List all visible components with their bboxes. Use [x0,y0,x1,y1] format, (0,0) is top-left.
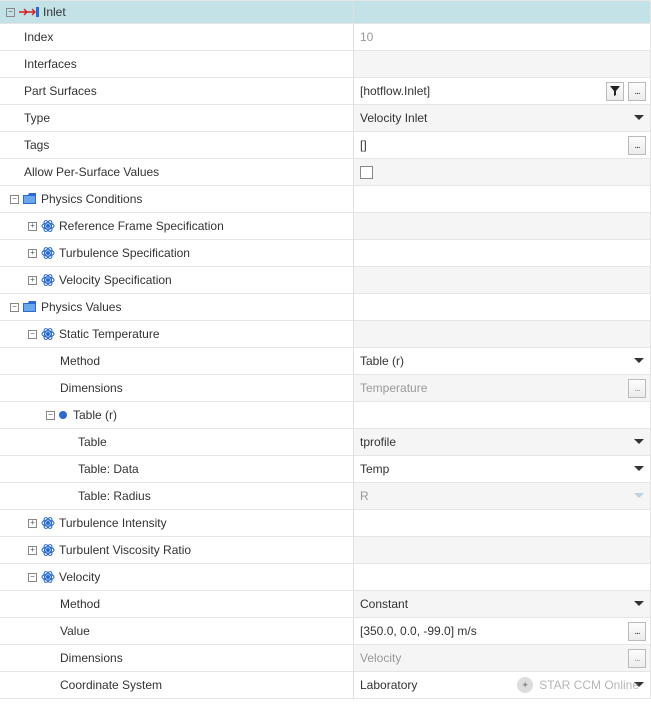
velocity-node[interactable]: − Velocity [0,564,354,591]
vel-spec-value [354,267,651,294]
vel-value-value-cell[interactable]: [350.0, 0.0, -99.0] m/s ... [354,618,651,645]
vel-method-value-cell[interactable]: Constant [354,591,651,618]
collapse-icon[interactable]: − [46,411,55,420]
turb-intensity-node[interactable]: + Turbulence Intensity [0,510,354,537]
dropdown-icon[interactable] [634,682,644,688]
header-title: Inlet [43,5,66,19]
vel-spec-node[interactable]: + Velocity Specification [0,267,354,294]
physics-icon [41,327,55,341]
physics-icon [41,570,55,584]
tr-data-value-cell[interactable]: Temp [354,456,651,483]
turb-spec-node[interactable]: + Turbulence Specification [0,240,354,267]
dropdown-icon [634,493,644,499]
interfaces-value-cell[interactable] [354,51,651,78]
interfaces-label: Interfaces [24,57,77,71]
turb-visc-ratio-value [354,537,651,564]
more-button[interactable]: ... [628,622,646,641]
header-value [354,0,651,24]
turb-spec-value [354,240,651,267]
collapse-icon[interactable]: − [10,303,19,312]
partsurfaces-value-cell[interactable]: [hotflow.Inlet] ... [354,78,651,105]
tr-table-value-cell[interactable]: tprofile [354,429,651,456]
table-r-node[interactable]: − Table (r) [0,402,354,429]
static-temp-node[interactable]: − Static Temperature [0,321,354,348]
index-label-cell: Index [0,24,354,51]
vel-coord-value-cell[interactable]: Laboratory [354,672,651,699]
allowps-label-cell: Allow Per-Surface Values [0,159,354,186]
vel-dim-label-cell: Dimensions [0,645,354,672]
tr-data-label-cell: Table: Data [0,456,354,483]
expand-icon[interactable]: + [28,519,37,528]
dropdown-icon[interactable] [634,439,644,445]
expand-icon[interactable]: + [28,546,37,555]
allowps-value-cell[interactable] [354,159,651,186]
physics-icon [41,543,55,557]
static-temp-value [354,321,651,348]
collapse-icon[interactable]: − [6,8,15,17]
allowps-checkbox[interactable] [360,166,373,179]
st-method-label-cell: Method [0,348,354,375]
physics-conditions-value [354,186,651,213]
interfaces-label-cell: Interfaces [0,51,354,78]
folder-icon [23,301,37,313]
physics-icon [41,246,55,260]
tree-header[interactable]: − Inlet [0,0,354,24]
ref-frame-spec-node[interactable]: + Reference Frame Specification [0,213,354,240]
folder-icon [23,193,37,205]
turb-intensity-value [354,510,651,537]
type-value-cell[interactable]: Velocity Inlet [354,105,651,132]
bullet-icon [59,411,67,419]
physics-values-node[interactable]: − Physics Values [0,294,354,321]
vel-dim-value-cell[interactable]: Velocity ... [354,645,651,672]
st-method-value-cell[interactable]: Table (r) [354,348,651,375]
tr-table-label-cell: Table [0,429,354,456]
dropdown-icon[interactable] [634,358,644,364]
allowps-label: Allow Per-Surface Values [24,165,159,179]
expand-icon[interactable]: + [28,222,37,231]
collapse-icon[interactable]: − [28,330,37,339]
partsurfaces-label-cell: Part Surfaces [0,78,354,105]
index-value-cell: 10 [354,24,651,51]
st-dim-label-cell: Dimensions [0,375,354,402]
physics-icon [41,516,55,530]
type-label: Type [24,111,50,125]
boundary-icon [19,6,39,18]
ref-frame-spec-value [354,213,651,240]
tr-radius-value-cell: R [354,483,651,510]
physics-values-value [354,294,651,321]
vel-coord-label-cell: Coordinate System [0,672,354,699]
more-button[interactable]: ... [628,649,646,668]
dropdown-icon[interactable] [634,601,644,607]
more-button[interactable]: ... [628,82,646,101]
tags-value-cell[interactable]: [] ... [354,132,651,159]
expand-icon[interactable]: + [28,249,37,258]
type-label-cell: Type [0,105,354,132]
physics-conditions-node[interactable]: − Physics Conditions [0,186,354,213]
partsurfaces-label: Part Surfaces [24,84,97,98]
velocity-value [354,564,651,591]
more-button[interactable]: ... [628,379,646,398]
dropdown-icon[interactable] [634,115,644,121]
st-dim-value-cell[interactable]: Temperature ... [354,375,651,402]
physics-icon [41,219,55,233]
vel-method-label-cell: Method [0,591,354,618]
dropdown-icon[interactable] [634,466,644,472]
collapse-icon[interactable]: − [10,195,19,204]
tags-label: Tags [24,138,49,152]
filter-button[interactable] [606,82,624,101]
vel-value-label-cell: Value [0,618,354,645]
physics-icon [41,273,55,287]
expand-icon[interactable]: + [28,276,37,285]
collapse-icon[interactable]: − [28,573,37,582]
table-r-value [354,402,651,429]
tags-label-cell: Tags [0,132,354,159]
index-label: Index [24,30,53,44]
more-button[interactable]: ... [628,136,646,155]
tr-radius-label-cell: Table: Radius [0,483,354,510]
turb-visc-ratio-node[interactable]: + Turbulent Viscosity Ratio [0,537,354,564]
